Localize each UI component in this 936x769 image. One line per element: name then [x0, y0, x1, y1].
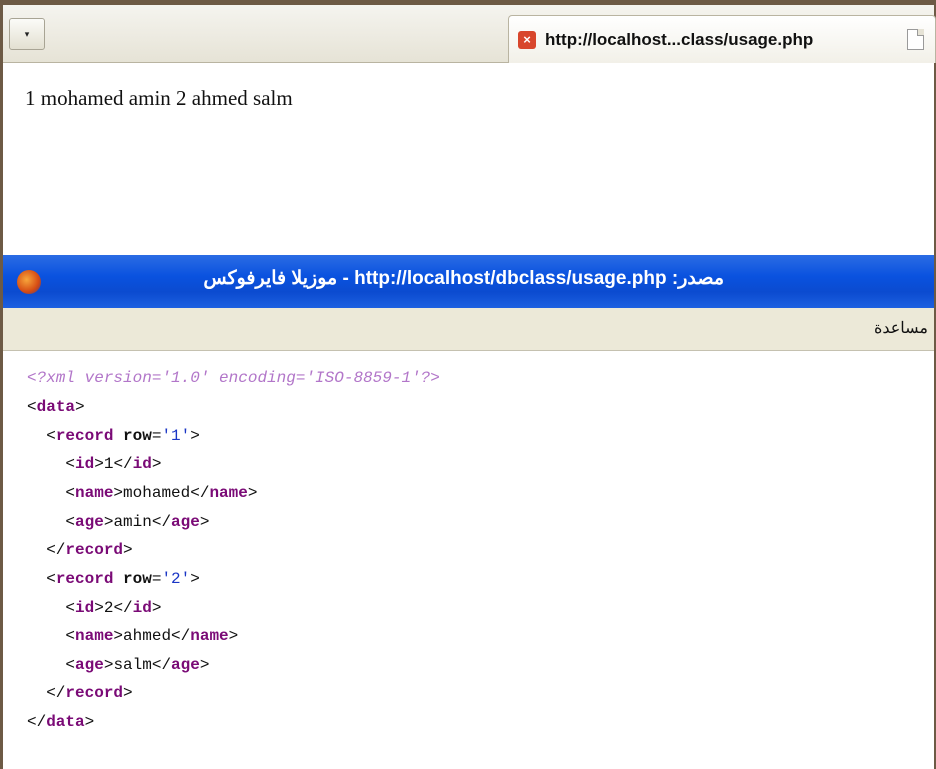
- source-window-title: موزيلا فايرفوكس - http://localhost/dbcla…: [203, 268, 724, 289]
- source-line: <record row='2'>: [46, 570, 200, 588]
- xml-text: 1: [103, 455, 114, 473]
- xml-tag: name: [75, 484, 114, 502]
- source-line: <age>amin</age>: [65, 513, 210, 531]
- tab-list-dropdown-button[interactable]: ▾: [9, 18, 45, 50]
- page-content: 1 mohamed amin 2 ahmed salm: [3, 63, 934, 255]
- xml-tag: data: [36, 398, 76, 416]
- xml-tag: name: [75, 627, 114, 645]
- xml-tag: age: [171, 656, 200, 674]
- xml-attr-value: '2': [161, 570, 191, 588]
- xml-tag: id: [132, 455, 152, 473]
- tab-title: http://localhost...class/usage.php: [545, 30, 814, 49]
- source-window-titlebar[interactable]: موزيلا فايرفوكس - http://localhost/dbcla…: [3, 255, 934, 308]
- source-line: <age>salm</age>: [65, 656, 210, 674]
- xml-attr-name: row: [123, 427, 152, 445]
- xml-declaration: <?xml version='1.0' encoding='ISO-8859-1…: [27, 369, 440, 387]
- xml-tag: age: [171, 513, 200, 531]
- source-line: <name>mohamed</name>: [65, 484, 258, 502]
- xml-text: ahmed: [123, 627, 172, 645]
- xml-tag: age: [75, 513, 104, 531]
- xml-tag: id: [132, 599, 152, 617]
- xml-tag: name: [190, 627, 229, 645]
- tab-usage-php[interactable]: × http://localhost...class/usage.php: [508, 15, 936, 63]
- source-line: <name>ahmed</name>: [65, 627, 239, 645]
- xml-text: salm: [113, 656, 152, 674]
- xml-tag: id: [75, 455, 95, 473]
- xml-text: amin: [113, 513, 152, 531]
- xml-tag: age: [75, 656, 104, 674]
- source-line: <id>2</id>: [65, 599, 162, 617]
- page-icon: [907, 29, 924, 50]
- xml-tag: id: [75, 599, 95, 617]
- source-line: </record>: [46, 541, 133, 559]
- source-line: </data>: [27, 713, 95, 731]
- xml-source-view: <?xml version='1.0' encoding='ISO-8859-1…: [3, 351, 934, 769]
- close-tab-icon[interactable]: ×: [518, 31, 536, 49]
- xml-tag: record: [65, 684, 124, 702]
- menu-item-help[interactable]: مساعدة: [874, 318, 928, 338]
- xml-tag: record: [55, 570, 114, 588]
- xml-tag: data: [46, 713, 85, 731]
- firefox-icon: [17, 270, 41, 294]
- xml-tag: record: [55, 427, 114, 445]
- xml-tag: record: [65, 541, 124, 559]
- chevron-down-icon: ▾: [24, 28, 30, 39]
- xml-text: 2: [103, 599, 114, 617]
- source-line: <id>1</id>: [65, 455, 162, 473]
- source-line: <record row='1'>: [46, 427, 200, 445]
- xml-tag: name: [209, 484, 248, 502]
- xml-attr-name: row: [123, 570, 152, 588]
- source-line: </record>: [46, 684, 133, 702]
- xml-text: mohamed: [123, 484, 191, 502]
- source-line: <data>: [27, 398, 85, 416]
- page-output-text: 1 mohamed amin 2 ahmed salm: [25, 86, 293, 110]
- xml-attr-value: '1': [161, 427, 191, 445]
- tab-bar: ▾ × http://localhost...class/usage.php: [3, 5, 936, 63]
- menu-bar: مساعدة: [3, 308, 934, 351]
